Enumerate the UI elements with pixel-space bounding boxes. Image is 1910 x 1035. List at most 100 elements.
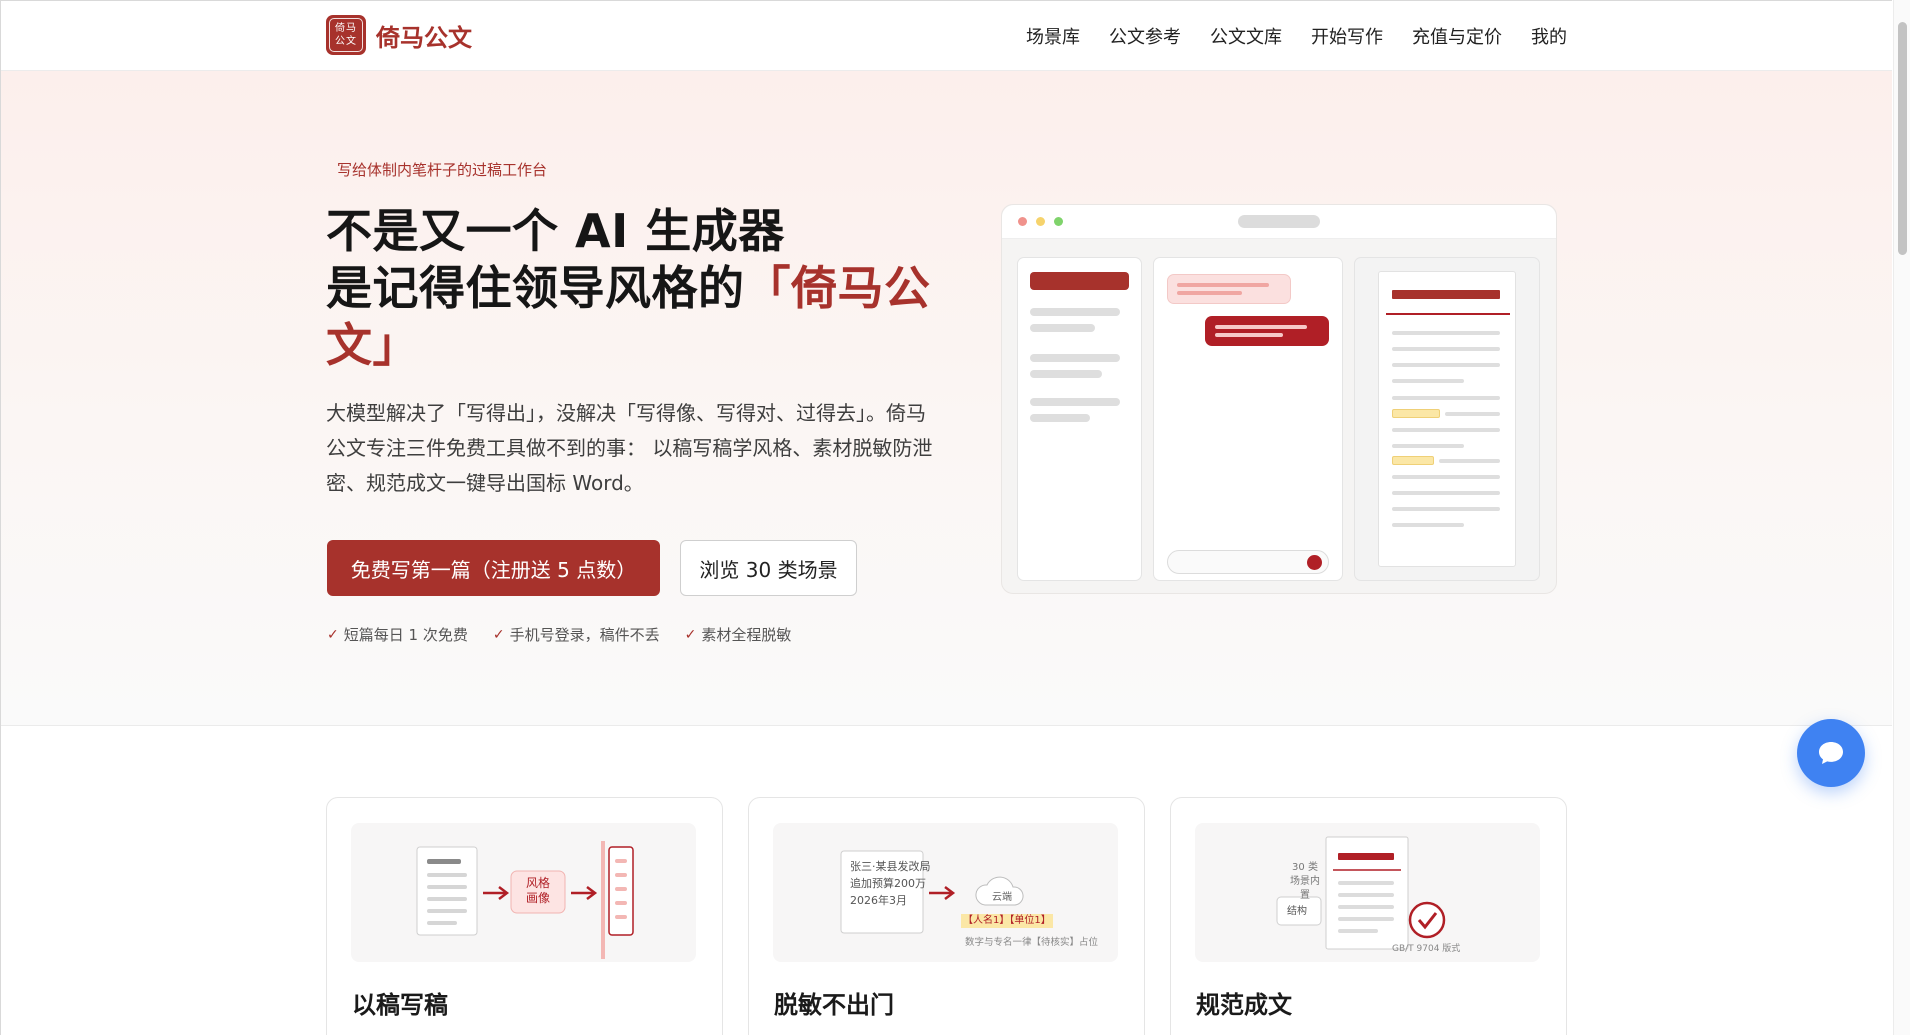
chat-support-button[interactable]: [1797, 719, 1865, 787]
mockup-bar: [1030, 354, 1120, 362]
mockup-doc-redline: [1386, 313, 1510, 315]
mockup-bar: [1392, 491, 1500, 495]
desensitize-illustration: 张三·某县发改局 追加预算200万 2026年3月 云端 【人名1】【单位1】 …: [773, 823, 1118, 962]
mockup-bar: [1392, 475, 1500, 479]
mockup-bar: [1392, 523, 1464, 527]
brand-name[interactable]: 倚马公文: [376, 18, 472, 53]
mockup-bar: [1177, 283, 1269, 287]
mockup-titlebar: [1002, 205, 1556, 239]
desensitize-doc-text: 张三·某县发改局 追加预算200万 2026年3月: [850, 858, 931, 909]
logo-seal-text: 倚马 公文: [329, 18, 363, 52]
mockup-chat-pane: [1153, 257, 1343, 581]
placeholder-caption: 数字与专名一律【待核实】占位: [965, 937, 1099, 948]
feature-title: 以稿写稿: [352, 991, 448, 1019]
logo-seal-icon: 倚马 公文: [326, 15, 366, 55]
mockup-highlight: [1392, 456, 1434, 465]
page: 倚马 公文 倚马公文 场景库 公文参考 公文文库 开始写作 充值与定价 我的 写…: [0, 0, 1892, 1035]
top-nav: 倚马 公文 倚马公文 场景库 公文参考 公文文库 开始写作 充值与定价 我的: [1, 1, 1892, 71]
mockup-bar: [1392, 331, 1500, 335]
app-mockup-illustration: [1001, 204, 1557, 594]
mockup-bar: [1030, 324, 1095, 332]
mockup-send-icon: [1307, 555, 1322, 570]
feature-card-style[interactable]: 风格 画像 以稿写稿: [326, 797, 723, 1035]
page-scrollbar[interactable]: [1893, 0, 1910, 1035]
check-icon: ✓: [327, 626, 339, 643]
standard-doc-icon: [1276, 836, 1446, 950]
mockup-bar: [1392, 444, 1464, 448]
check-icon: ✓: [684, 626, 697, 643]
structure-label: 结构: [1287, 906, 1307, 917]
hero-lead: 大模型解决了「写得出」，没解决「写得像、写得对、过得去」。倚马公文专注三件免费工…: [326, 401, 933, 495]
mockup-document-page: [1378, 271, 1516, 567]
check-icon: ✓: [492, 626, 505, 643]
mockup-bar: [1439, 459, 1500, 463]
style-label-2: 画像: [525, 891, 550, 905]
mockup-bar: [1215, 333, 1283, 337]
check-label: 手机号登录，稿件不丢: [509, 626, 660, 644]
nav-links: 场景库 公文参考 公文文库 开始写作 充值与定价 我的: [1026, 23, 1567, 49]
hero-headline: 不是又一个 AI 生成器 是记得住领导风格的「倚马公文」: [326, 203, 946, 374]
feature-card-standard[interactable]: 30 类 场景内置 结构 GB/T 9704 版式 规范成文: [1170, 797, 1567, 1035]
mockup-bar: [1392, 379, 1464, 383]
mockup-sidebar-pane: [1017, 257, 1142, 581]
style-portrait-label: 风格 画像: [517, 876, 559, 906]
logo-seal-bottom: 公文: [335, 36, 357, 47]
scene-count-sub: 场景内置: [1290, 876, 1320, 901]
window-dot-yellow-icon: [1036, 217, 1045, 226]
mockup-bar: [1030, 370, 1102, 378]
nav-link-start-writing[interactable]: 开始写作: [1311, 23, 1383, 49]
mockup-doc-title: [1392, 290, 1500, 299]
feature-title: 规范成文: [1196, 991, 1292, 1019]
mockup-bar: [1030, 414, 1090, 422]
logo-seal-top: 倚马: [335, 23, 357, 34]
gb-standard-label: GB/T 9704 版式: [1392, 944, 1461, 954]
mockup-bar: [1030, 308, 1120, 316]
doc-line: 张三·某县发改局: [850, 860, 931, 873]
mockup-bar: [1392, 507, 1500, 511]
mockup-document-pane: [1354, 257, 1540, 581]
mockup-bar: [1392, 363, 1500, 367]
check-item: ✓ 素材全程脱敏: [685, 624, 792, 645]
check-item: ✓ 手机号登录，稿件不丢: [493, 624, 660, 645]
nav-link-mine[interactable]: 我的: [1531, 23, 1567, 49]
scene-count-label: 30 类 场景内置: [1287, 861, 1323, 903]
hero-eyebrow: 写给体制内笔杆子的过稿工作台: [337, 161, 548, 179]
window-dot-red-icon: [1018, 217, 1027, 226]
headline-line2: 是记得住领导风格的: [326, 261, 745, 315]
check-label: 短篇每日 1 次免费: [343, 626, 468, 644]
mockup-bar: [1392, 428, 1500, 432]
mockup-chat-bubble-out: [1205, 316, 1329, 346]
mockup-bar: [1445, 412, 1500, 416]
mockup-chat-bubble-in: [1167, 274, 1291, 304]
hero-checks: ✓ 短篇每日 1 次免费 ✓ 手机号登录，稿件不丢 ✓ 素材全程脱敏: [327, 624, 791, 645]
hero-section: 写给体制内笔杆子的过稿工作台 不是又一个 AI 生成器 是记得住领导风格的「倚马…: [1, 71, 1892, 726]
browse-scenes-button[interactable]: 浏览 30 类场景: [680, 540, 857, 596]
free-write-button[interactable]: 免费写第一篇（注册送 5 点数）: [327, 540, 660, 596]
style-label-1: 风格: [525, 876, 550, 890]
chat-bubble-icon: [1819, 742, 1843, 764]
mockup-bar: [1392, 347, 1500, 351]
nav-link-reference[interactable]: 公文参考: [1109, 23, 1181, 49]
brand-logo[interactable]: 倚马 公文 倚马公文: [326, 15, 472, 55]
nav-link-scenes[interactable]: 场景库: [1026, 23, 1080, 49]
scrollbar-thumb[interactable]: [1898, 22, 1907, 255]
doc-line: 2026年3月: [850, 894, 907, 907]
mockup-bar: [1030, 272, 1129, 290]
mockup-url-bar: [1238, 215, 1320, 228]
scene-count: 30 类: [1292, 862, 1318, 873]
cloud-label: 云端: [992, 892, 1012, 903]
window-dot-green-icon: [1054, 217, 1063, 226]
placeholder-tags: 【人名1】【单位1】: [961, 914, 1053, 928]
mockup-chat-input: [1167, 550, 1329, 574]
mockup-bar: [1030, 398, 1120, 406]
mockup-bar: [1215, 325, 1307, 329]
nav-link-pricing[interactable]: 充值与定价: [1412, 23, 1502, 49]
style-illustration: 风格 画像: [351, 823, 696, 962]
mockup-bar: [1392, 396, 1500, 400]
check-item: ✓ 短篇每日 1 次免费: [327, 624, 468, 645]
nav-link-library[interactable]: 公文文库: [1210, 23, 1282, 49]
mockup-highlight: [1392, 409, 1440, 418]
feature-card-desensitize[interactable]: 张三·某县发改局 追加预算200万 2026年3月 云端 【人名1】【单位1】 …: [748, 797, 1145, 1035]
doc-line: 追加预算200万: [850, 877, 926, 890]
mockup-bar: [1177, 291, 1242, 295]
